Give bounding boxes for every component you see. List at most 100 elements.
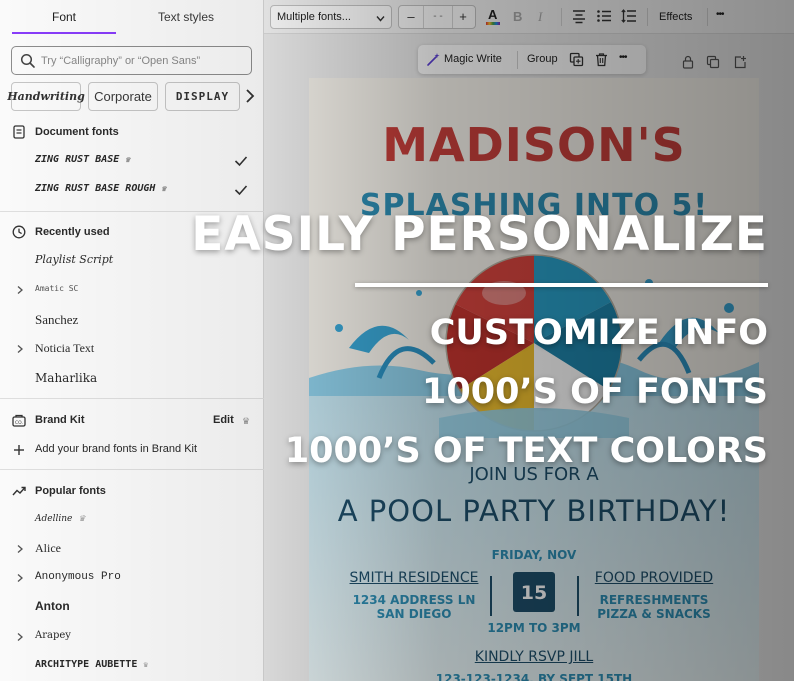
color-bar: [486, 22, 500, 25]
tab-text-styles[interactable]: Text styles: [158, 10, 214, 24]
invitation-rsvp[interactable]: KINDLY RSVP JILL: [309, 649, 759, 665]
section-divider: [0, 398, 264, 399]
font-item-playlist-script[interactable]: Playlist Script: [35, 253, 113, 266]
panel-tabs: Font Text styles: [0, 0, 264, 36]
group-button[interactable]: Group: [527, 53, 558, 65]
invitation-time[interactable]: 12PM TO 3PM: [459, 621, 609, 635]
font-item-amatic-sc[interactable]: Amatic SC: [35, 284, 78, 293]
invitation-party-text[interactable]: A POOL PARTY BIRTHDAY!: [309, 494, 759, 528]
font-panel: Font Text styles Handwriting Corporate D…: [0, 0, 264, 681]
brand-kit-edit-link[interactable]: Edit: [213, 414, 234, 426]
chip-corporate[interactable]: Corporate: [88, 82, 158, 111]
invitation-food-1[interactable]: REFRESHMENTS: [579, 593, 729, 607]
tab-font[interactable]: Font: [52, 10, 76, 24]
search-input[interactable]: [41, 52, 246, 70]
text-toolbar: Multiple fonts... – - - + A B I Effects …: [264, 0, 794, 34]
font-item-maharlika[interactable]: Maharlika: [35, 371, 97, 385]
font-item-adelline[interactable]: Adelline ♛: [35, 514, 86, 524]
magic-write-button[interactable]: Magic Write: [444, 53, 502, 65]
clock-icon: [12, 225, 26, 239]
text-color-icon: A: [488, 7, 498, 22]
font-item-sanchez[interactable]: Sanchez: [35, 312, 78, 328]
check-icon: [234, 156, 248, 167]
plus-icon[interactable]: [12, 443, 26, 457]
section-popular-fonts: Popular fonts: [35, 485, 106, 497]
chevron-right-icon[interactable]: [15, 544, 25, 554]
crown-icon: ♛: [161, 183, 167, 193]
active-tab-indicator: [12, 32, 116, 34]
decrease-size-button[interactable]: –: [402, 9, 420, 25]
toolbar-separator: [647, 8, 648, 26]
section-divider: [0, 469, 264, 470]
invitation-venue[interactable]: SMITH RESIDENCE: [339, 570, 489, 586]
list-icon[interactable]: [596, 8, 612, 24]
chevron-right-icon[interactable]: [15, 344, 25, 354]
brand-kit-icon: CO.: [12, 414, 26, 427]
section-document-fonts: Document fonts: [35, 126, 119, 138]
italic-button[interactable]: I: [538, 9, 542, 25]
more-options-button[interactable]: •••: [716, 9, 724, 20]
promo-headline: EASILY PERSONALIZE: [191, 207, 768, 262]
font-item-anton[interactable]: Anton: [35, 599, 70, 613]
invitation-phone[interactable]: 123-123-1234, BY SEPT 15TH: [309, 672, 759, 681]
font-item-arapey[interactable]: Arapey: [35, 630, 71, 641]
chevron-right-icon[interactable]: [15, 285, 25, 295]
trending-icon: [12, 486, 26, 496]
promo-underline: [355, 283, 768, 287]
font-item-label: ARCHITYPE AUBETTE: [35, 659, 138, 670]
font-item-label: ZING RUST BASE: [35, 154, 120, 165]
font-item-noticia-text[interactable]: Noticia Text: [35, 341, 94, 356]
invitation-title[interactable]: MADISON'S: [309, 118, 759, 172]
font-size-input[interactable]: - -: [423, 6, 453, 28]
effects-button[interactable]: Effects: [659, 11, 692, 23]
font-search: [11, 46, 252, 75]
promo-line-colors: 1000’S OF TEXT COLORS: [284, 431, 768, 471]
lock-icon[interactable]: [681, 55, 695, 69]
toolbar-separator: [561, 8, 562, 26]
section-recently-used: Recently used: [35, 226, 110, 238]
chevron-down-icon: [376, 16, 385, 22]
font-size-stepper: – - - +: [398, 5, 476, 29]
floating-toolbar: Magic Write Group •••: [418, 45, 646, 74]
line-spacing-icon[interactable]: [621, 8, 637, 24]
chevron-right-icon[interactable]: [15, 632, 25, 642]
font-item-zing-rust-base-rough[interactable]: ZING RUST BASE ROUGH ♛: [35, 183, 166, 194]
crown-icon: ♛: [143, 659, 149, 669]
magic-wand-icon: [427, 53, 440, 66]
invitation-food[interactable]: FOOD PROVIDED: [579, 570, 729, 586]
toolbar-separator: [517, 51, 518, 69]
check-icon: [234, 185, 248, 196]
info-divider: [490, 576, 492, 616]
invitation-food-2[interactable]: PIZZA & SNACKS: [579, 607, 729, 621]
promo-line-fonts: 1000’S OF FONTS: [422, 372, 768, 412]
chip-display[interactable]: DISPLAY: [165, 82, 240, 111]
font-family-dropdown[interactable]: Multiple fonts...: [270, 5, 392, 29]
calendar-day[interactable]: 15: [513, 572, 555, 612]
text-color-button[interactable]: A: [485, 7, 501, 27]
font-item-architype-aubette[interactable]: ARCHITYPE AUBETTE ♛: [35, 659, 148, 670]
promo-line-customize: CUSTOMIZE INFO: [429, 313, 768, 353]
bold-button[interactable]: B: [513, 9, 522, 24]
trash-icon[interactable]: [594, 52, 609, 67]
search-icon: [20, 53, 35, 68]
add-brand-fonts-link[interactable]: Add your brand fonts in Brand Kit: [35, 443, 197, 455]
increase-size-button[interactable]: +: [454, 9, 472, 25]
crown-icon: ♛: [242, 416, 251, 426]
font-item-zing-rust-base[interactable]: ZING RUST BASE ♛: [35, 154, 130, 165]
more-options-button[interactable]: •••: [619, 52, 627, 63]
chevron-right-icon[interactable]: [243, 87, 257, 105]
add-page-icon[interactable]: [733, 55, 747, 69]
crown-icon: ♛: [125, 154, 131, 164]
duplicate-icon[interactable]: [569, 52, 584, 67]
invitation-address-1[interactable]: 1234 ADDRESS LN: [339, 593, 489, 607]
toolbar-separator: [707, 8, 708, 26]
duplicate-page-icon[interactable]: [706, 55, 720, 69]
chevron-right-icon[interactable]: [15, 573, 25, 583]
crown-icon: ♛: [78, 514, 86, 523]
align-center-icon[interactable]: [571, 8, 587, 24]
font-item-alice[interactable]: Alice: [35, 541, 61, 556]
invitation-date[interactable]: FRIDAY, NOV: [459, 548, 609, 562]
invitation-address-2[interactable]: SAN DIEGO: [339, 607, 489, 621]
chip-handwriting[interactable]: Handwriting: [7, 82, 85, 111]
font-item-anonymous-pro[interactable]: Anonymous Pro: [35, 571, 121, 583]
